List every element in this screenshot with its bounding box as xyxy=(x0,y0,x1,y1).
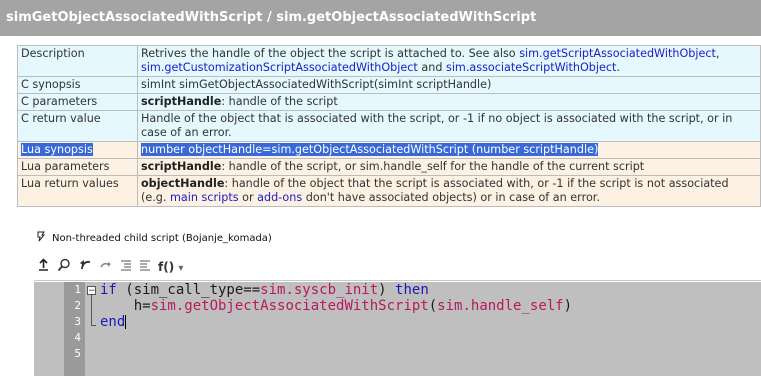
description-text: Retrives the handle of the object the sc… xyxy=(137,45,761,77)
code-line: h=sim.getObjectAssociatedWithScript(sim.… xyxy=(133,298,573,314)
link-add-ons[interactable]: add-ons xyxy=(257,191,302,204)
link-main-scripts[interactable]: main scripts xyxy=(170,191,239,204)
lua-return-label: Lua return values xyxy=(17,175,138,207)
link-get-script-associated-with-object[interactable]: sim.getScriptAssociatedWithObject xyxy=(519,47,716,60)
link-associate-script-with-object[interactable]: sim.associateScriptWithObject xyxy=(446,61,616,74)
line-number: 4 xyxy=(74,331,81,344)
param-name: scriptHandle xyxy=(141,95,222,108)
lua-parameters-text: scriptHandle: handle of the script, or s… xyxy=(137,158,761,176)
c-parameters-row: C parameters scriptHandle: handle of the… xyxy=(17,93,761,111)
upload-icon[interactable] xyxy=(36,258,51,275)
c-synopsis-label: C synopsis xyxy=(17,76,138,94)
search-icon[interactable] xyxy=(56,258,72,276)
fold-end xyxy=(91,325,96,326)
page-title: simGetObjectAssociatedWithScript / sim.g… xyxy=(0,0,761,36)
line-number: 1 xyxy=(74,283,81,296)
redo-icon[interactable] xyxy=(98,258,114,275)
param-name: scriptHandle xyxy=(141,160,222,173)
c-return-text: Handle of the object that is associated … xyxy=(137,110,761,142)
code-editor[interactable]: 1 2 3 4 5 − if (sim_call_type==sim.syscb… xyxy=(34,282,761,376)
functions-dropdown[interactable]: f() ▾ xyxy=(157,260,184,274)
c-return-label: C return value xyxy=(17,110,138,142)
line-number-gutter: 1 2 3 4 5 xyxy=(64,282,85,376)
code-line: if (sim_call_type==sim.syscb_init) then xyxy=(100,282,429,298)
description-row: Description Retrives the handle of the o… xyxy=(17,45,761,77)
script-tree-item[interactable]: Non-threaded child script (Bojanje_komad… xyxy=(36,231,272,245)
undo-icon[interactable] xyxy=(77,258,93,275)
c-parameters-text: scriptHandle: handle of the script xyxy=(137,93,761,111)
indent-icon[interactable] xyxy=(119,259,133,275)
c-return-row: C return value Handle of the object that… xyxy=(17,110,761,142)
lua-parameters-row: Lua parameters scriptHandle: handle of t… xyxy=(17,158,761,176)
lua-return-row: Lua return values objectHandle: handle o… xyxy=(17,175,761,207)
lua-synopsis-label[interactable]: Lua synopsis xyxy=(17,141,138,159)
link-get-customization-script-associated-with-object[interactable]: sim.getCustomizationScriptAssociatedWith… xyxy=(141,61,418,74)
line-number: 2 xyxy=(74,299,81,312)
text-caret xyxy=(125,315,127,329)
script-icon xyxy=(36,231,46,245)
description-label: Description xyxy=(17,45,138,77)
code-line: end xyxy=(100,314,127,330)
fold-line xyxy=(91,295,92,325)
c-synopsis-row: C synopsis simInt simGetObjectAssociated… xyxy=(17,76,761,94)
code-text[interactable]: if (sim_call_type==sim.syscb_init) then … xyxy=(100,282,572,362)
c-parameters-label: C parameters xyxy=(17,93,138,111)
outdent-icon[interactable] xyxy=(138,259,152,275)
return-name: objectHandle xyxy=(141,177,225,190)
lua-synopsis-row: Lua synopsis number objectHandle=sim.get… xyxy=(17,141,761,159)
script-tree-label: Non-threaded child script (Bojanje_komad… xyxy=(52,232,272,244)
lua-return-text: objectHandle: handle of the object that … xyxy=(137,175,761,207)
c-synopsis-text: simInt simGetObjectAssociatedWithScript(… xyxy=(137,76,761,94)
line-number: 5 xyxy=(74,347,81,360)
editor-toolbar: f() ▾ xyxy=(34,253,761,281)
lua-synopsis-text[interactable]: number objectHandle=sim.getObjectAssocia… xyxy=(137,141,761,159)
line-number: 3 xyxy=(74,315,81,328)
chevron-down-icon: ▾ xyxy=(178,262,184,274)
fold-toggle-icon[interactable]: − xyxy=(87,286,96,296)
api-reference-table: Description Retrives the handle of the o… xyxy=(17,45,761,207)
lua-parameters-label: Lua parameters xyxy=(17,158,138,176)
